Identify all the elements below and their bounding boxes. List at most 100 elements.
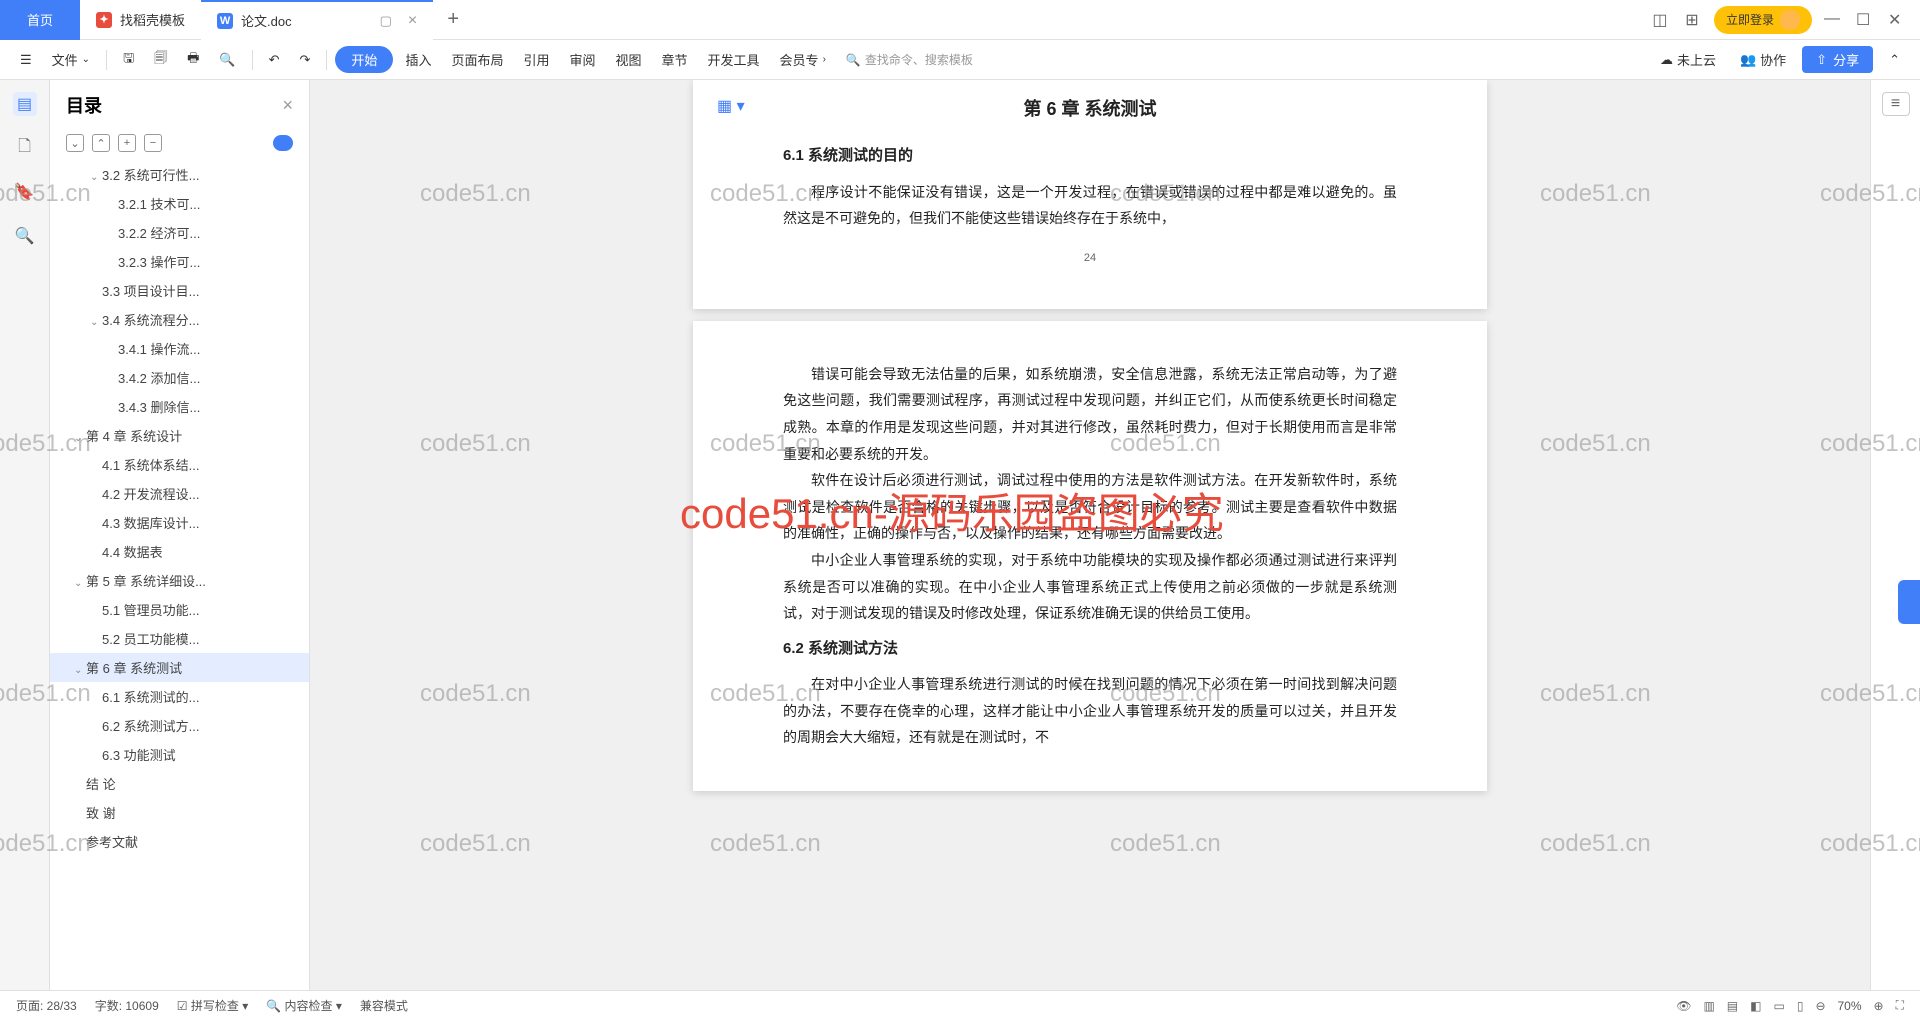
tab-insert[interactable]: 插入 xyxy=(397,46,439,73)
outline-item[interactable]: 参考文献 xyxy=(50,827,309,856)
cloud-status[interactable]: ☁ 未上云 xyxy=(1652,46,1724,73)
window-layout-icon[interactable]: ◫ xyxy=(1650,10,1670,30)
collapse-all-icon[interactable]: ⌄ xyxy=(66,134,84,152)
undo-icon[interactable]: ↶ xyxy=(261,48,288,72)
chat-bubble-icon[interactable] xyxy=(273,135,293,151)
collaborate-button[interactable]: 👥 协作 xyxy=(1732,46,1794,73)
outline-item[interactable]: 6.3 功能测试 xyxy=(50,740,309,769)
titlebar: 首页 ✦ 找稻壳模板 W 论文.doc ▢ × + ◫ ⊞ 立即登录 — ☐ ✕ xyxy=(0,0,1920,40)
view-page-icon[interactable]: ▥ xyxy=(1703,999,1714,1013)
outline-item[interactable]: 3.4.3 删除信... xyxy=(50,392,309,421)
outline-item[interactable]: 6.1 系统测试的... xyxy=(50,682,309,711)
outline-item[interactable]: ⌄第 4 章 系统设计 xyxy=(50,421,309,450)
document-viewport[interactable]: ▦ ▾ 第 6 章 系统测试 6.1 系统测试的目的 程序设计不能保证没有错误，… xyxy=(310,80,1870,990)
outline-item[interactable]: 3.2.3 操作可... xyxy=(50,247,309,276)
outline-item[interactable]: ⌄3.2 系统可行性... xyxy=(50,160,309,189)
outline-panel: 目录 × ⌄ ⌃ + − ⌄3.2 系统可行性...3.2.1 技术可...3.… xyxy=(50,80,310,990)
zoom-out-icon[interactable]: ⊖ xyxy=(1815,999,1825,1013)
tab-review[interactable]: 审阅 xyxy=(561,46,603,73)
right-rail: ≡ xyxy=(1870,80,1920,990)
properties-icon[interactable]: ≡ xyxy=(1882,92,1910,116)
document-page: 错误可能会导致无法估量的后果，如系统崩溃，安全信息泄露，系统无法正常启动等，为了… xyxy=(693,321,1487,791)
tab-view[interactable]: 视图 xyxy=(608,46,650,73)
eye-icon[interactable]: 👁 xyxy=(1676,999,1691,1013)
bookmark-icon[interactable]: 🔖 xyxy=(13,180,37,204)
left-rail: ▤ 🗋 🔖 🔍 xyxy=(0,80,50,990)
statusbar: 页面: 28/33 字数: 10609 ☑ 拼写检查 ▾ 🔍 内容检查 ▾ 兼容… xyxy=(0,990,1920,1020)
save-as-icon[interactable]: 🗐 xyxy=(146,45,175,75)
outline-item[interactable]: ⌄第 6 章 系统测试 xyxy=(50,653,309,682)
outline-item[interactable]: 5.2 员工功能模... xyxy=(50,624,309,653)
menu-icon[interactable]: ☰ xyxy=(12,48,40,72)
outline-item[interactable]: 3.4.1 操作流... xyxy=(50,334,309,363)
outline-item[interactable]: 6.2 系统测试方... xyxy=(50,711,309,740)
apps-grid-icon[interactable]: ⊞ xyxy=(1682,10,1702,30)
fit-icon[interactable]: ▯ xyxy=(1797,999,1804,1013)
zoom-in-icon[interactable]: ⊕ xyxy=(1874,999,1884,1013)
tab-layout[interactable]: 页面布局 xyxy=(443,46,511,73)
compat-mode[interactable]: 兼容模式 xyxy=(360,997,408,1014)
minimize-icon[interactable]: — xyxy=(1824,10,1844,30)
share-button[interactable]: ⇧ 分享 xyxy=(1802,46,1873,73)
presentation-mode-icon[interactable]: ▢ xyxy=(380,13,392,29)
outline-item[interactable]: 致 谢 xyxy=(50,798,309,827)
outline-item[interactable]: 4.4 数据表 xyxy=(50,537,309,566)
save-icon[interactable]: 🖫 xyxy=(115,45,142,75)
spellcheck-toggle[interactable]: ☑ 拼写检查 ▾ xyxy=(177,997,248,1014)
tab-developer[interactable]: 开发工具 xyxy=(700,46,768,73)
tab-label: 论文.doc xyxy=(241,11,292,30)
content-check[interactable]: 🔍 内容检查 ▾ xyxy=(266,997,342,1014)
tab-document[interactable]: W 论文.doc ▢ × xyxy=(201,0,433,40)
close-window-icon[interactable]: ✕ xyxy=(1888,10,1908,30)
outline-item[interactable]: 5.1 管理员功能... xyxy=(50,595,309,624)
tab-home[interactable]: 首页 xyxy=(0,0,80,40)
tab-member[interactable]: 会员专› xyxy=(772,46,834,73)
tab-chapter[interactable]: 章节 xyxy=(654,46,696,73)
print-preview-icon[interactable]: 🔍 xyxy=(211,48,243,72)
page-icon[interactable]: 🗋 xyxy=(13,136,37,160)
search-icon[interactable]: 🔍 xyxy=(13,224,37,248)
zoom-level[interactable]: 70% xyxy=(1838,999,1862,1013)
outline-item[interactable]: 结 论 xyxy=(50,769,309,798)
word-count[interactable]: 字数: 10609 xyxy=(95,997,159,1014)
outline-item[interactable]: 3.2.2 经济可... xyxy=(50,218,309,247)
page-indicator[interactable]: 页面: 28/33 xyxy=(16,997,77,1014)
paragraph: 中小企业人事管理系统的实现，对于系统中功能模块的实现及操作都必须通过测试进行来评… xyxy=(783,547,1397,627)
expand-all-icon[interactable]: ⌃ xyxy=(92,134,110,152)
new-tab-button[interactable]: + xyxy=(433,0,473,40)
daoker-icon: ✦ xyxy=(96,12,112,28)
close-icon[interactable]: × xyxy=(408,12,417,30)
page-settings-icon[interactable]: ▦ ▾ xyxy=(717,92,745,122)
outline-item[interactable]: 4.2 开发流程设... xyxy=(50,479,309,508)
tab-start[interactable]: 开始 xyxy=(335,46,393,73)
print-icon[interactable]: 🖶 xyxy=(179,45,207,75)
fullscreen-icon[interactable]: ⛶ xyxy=(1896,998,1904,1013)
view-web-icon[interactable]: ◧ xyxy=(1750,999,1761,1013)
main-area: ▤ 🗋 🔖 🔍 目录 × ⌄ ⌃ + − ⌄3.2 系统可行性...3.2.1 … xyxy=(0,80,1920,990)
close-panel-icon[interactable]: × xyxy=(282,95,293,116)
view-outline-icon[interactable]: ▤ xyxy=(1727,999,1738,1013)
remove-heading-icon[interactable]: − xyxy=(144,134,162,152)
outline-item[interactable]: 3.2.1 技术可... xyxy=(50,189,309,218)
side-collapse-tab[interactable] xyxy=(1898,580,1920,624)
tab-references[interactable]: 引用 xyxy=(515,46,557,73)
redo-icon[interactable]: ↷ xyxy=(292,48,319,72)
outline-item[interactable]: 3.4.2 添加信... xyxy=(50,363,309,392)
login-button[interactable]: 立即登录 xyxy=(1714,6,1812,34)
reading-mode-icon[interactable]: ▭ xyxy=(1773,999,1784,1013)
paragraph: 程序设计不能保证没有错误，这是一个开发过程，在错误或错误的过程中都是难以避免的。… xyxy=(783,179,1397,232)
tab-template[interactable]: ✦ 找稻壳模板 xyxy=(80,0,201,40)
outline-item[interactable]: 4.3 数据库设计... xyxy=(50,508,309,537)
search-commands[interactable]: 🔍 查找命令、搜索模板 xyxy=(838,47,981,72)
outline-item[interactable]: 4.1 系统体系结... xyxy=(50,450,309,479)
maximize-icon[interactable]: ☐ xyxy=(1856,10,1876,30)
outline-item[interactable]: ⌄第 5 章 系统详细设... xyxy=(50,566,309,595)
outline-icon[interactable]: ▤ xyxy=(13,92,37,116)
add-heading-icon[interactable]: + xyxy=(118,134,136,152)
file-menu[interactable]: 文件 ⌄ xyxy=(44,46,98,73)
outline-item[interactable]: 3.3 项目设计目... xyxy=(50,276,309,305)
outline-item[interactable]: ⌄3.4 系统流程分... xyxy=(50,305,309,334)
page-number: 24 xyxy=(783,248,1397,269)
section-heading: 6.1 系统测试的目的 xyxy=(783,142,1397,171)
collapse-ribbon-icon[interactable]: ⌃ xyxy=(1881,48,1908,72)
